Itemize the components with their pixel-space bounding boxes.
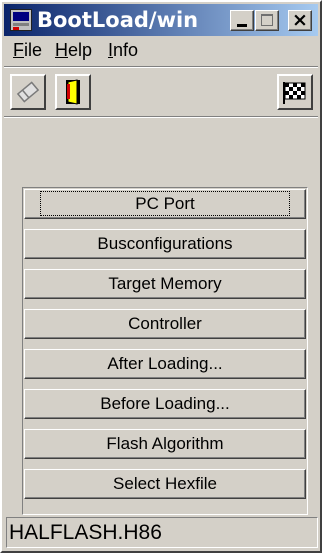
menu-info[interactable]: Info	[108, 40, 138, 61]
close-button[interactable]: ×	[288, 9, 312, 31]
menu-file-label: ile	[24, 40, 43, 60]
flash-algorithm-button[interactable]: Flash Algorithm	[24, 429, 306, 459]
menu-file-mnemonic: F	[13, 40, 24, 60]
app-icon-screen	[13, 12, 29, 21]
menu-file[interactable]: File	[13, 40, 42, 61]
toolbar-top-divider	[4, 66, 318, 68]
exit-tool-button[interactable]	[55, 74, 91, 110]
pc-port-button[interactable]: PC Port	[24, 189, 306, 219]
app-icon-led	[13, 27, 19, 30]
menu-help-mnemonic: H	[55, 40, 68, 60]
title-bar[interactable]: BootLoad/win ×	[4, 4, 318, 36]
exit-door-icon	[66, 79, 80, 105]
maximize-button[interactable]	[255, 10, 279, 31]
select-hexfile-label: Select Hexfile	[113, 474, 217, 493]
app-icon-bar	[13, 23, 29, 26]
controller-button[interactable]: Controller	[24, 309, 306, 339]
menu-info-label: nfo	[113, 40, 139, 60]
before-loading-button[interactable]: Before Loading...	[24, 389, 306, 419]
menu-help[interactable]: Help	[55, 40, 92, 61]
toolbar-bottom-divider	[4, 116, 318, 118]
after-loading-label: After Loading...	[107, 354, 223, 373]
checkered-flag-icon	[283, 82, 306, 104]
eraser-icon	[16, 81, 40, 103]
target-memory-label: Target Memory	[108, 274, 222, 293]
command-button-panel: PC Port Busconfigurations Target Memory …	[22, 187, 308, 515]
controller-label: Controller	[128, 314, 202, 333]
menu-help-label: elp	[68, 40, 93, 60]
before-loading-label: Before Loading...	[100, 394, 230, 413]
busconfigurations-label: Busconfigurations	[97, 234, 233, 253]
menu-bar: File Help Info	[4, 38, 318, 64]
pc-port-label: PC Port	[40, 191, 290, 216]
close-icon: ×	[292, 9, 308, 31]
status-bar-filename: HALFLASH.H86	[6, 517, 318, 548]
maximize-icon	[261, 14, 273, 26]
flash-algorithm-label: Flash Algorithm	[106, 434, 224, 453]
busconfigurations-button[interactable]: Busconfigurations	[24, 229, 306, 259]
app-icon[interactable]	[10, 9, 32, 31]
select-hexfile-button[interactable]: Select Hexfile	[24, 469, 306, 499]
erase-tool-button[interactable]	[10, 74, 46, 110]
bootload-window: BootLoad/win × File Help Info PC Port Bu…	[0, 0, 322, 553]
minimize-button[interactable]	[230, 10, 254, 31]
after-loading-button[interactable]: After Loading...	[24, 349, 306, 379]
minimize-icon	[237, 24, 247, 27]
run-tool-button[interactable]	[277, 74, 313, 110]
target-memory-button[interactable]: Target Memory	[24, 269, 306, 299]
window-title: BootLoad/win	[37, 8, 199, 32]
